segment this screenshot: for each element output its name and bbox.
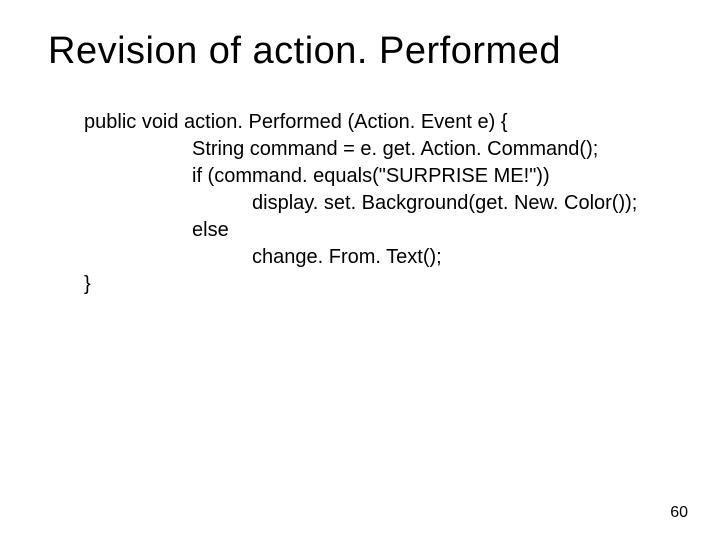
code-line: change. From. Text(); — [252, 244, 672, 271]
code-block: public void action. Performed (Action. E… — [84, 109, 672, 298]
slide-title: Revision of action. Performed — [48, 30, 672, 73]
page-number: 60 — [670, 504, 688, 522]
code-line: public void action. Performed (Action. E… — [84, 109, 672, 136]
code-line: } — [84, 271, 672, 298]
code-line: else — [192, 217, 672, 244]
code-line: display. set. Background(get. New. Color… — [252, 190, 672, 217]
slide: Revision of action. Performed public voi… — [0, 0, 720, 540]
code-line: if (command. equals("SURPRISE ME!")) — [192, 163, 672, 190]
code-line: String command = e. get. Action. Command… — [192, 136, 672, 163]
